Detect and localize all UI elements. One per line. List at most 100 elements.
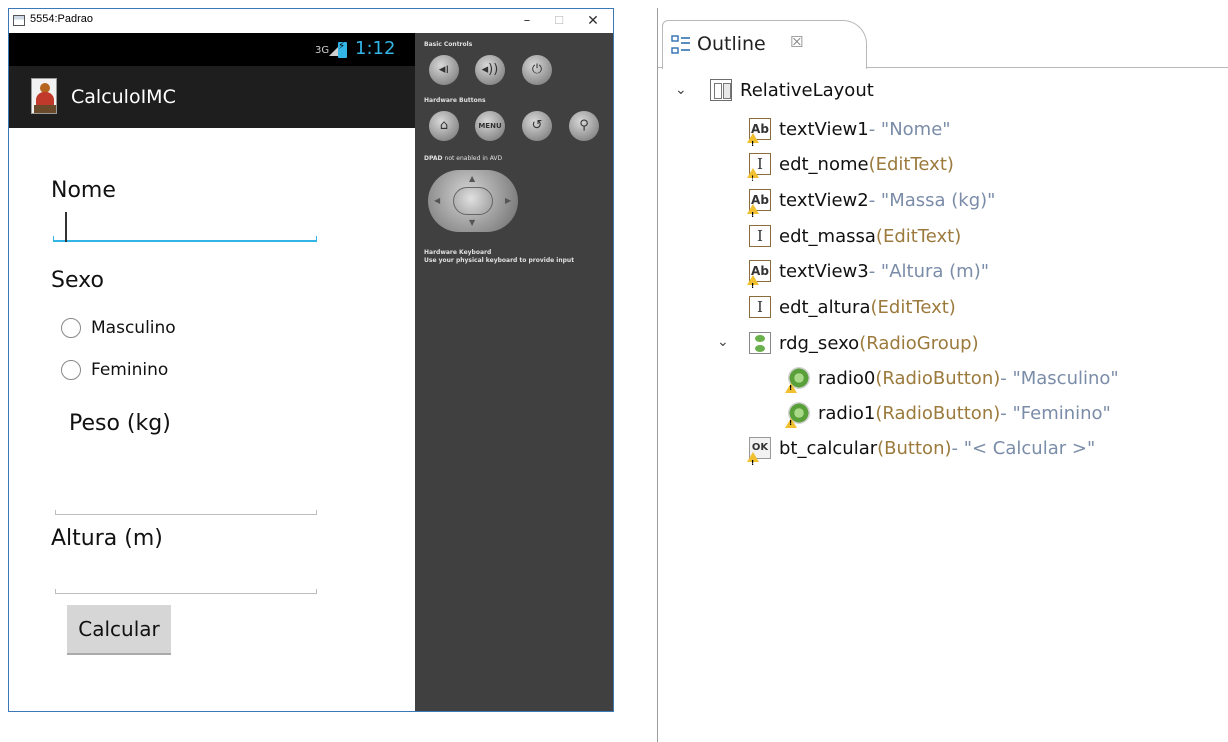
window-app-icon [13,15,25,26]
maximize-button[interactable]: ☐ [545,11,573,31]
warning-icon [747,133,759,154]
menu-button[interactable]: MENU [475,111,505,141]
outline-icon [671,35,690,54]
tree-item-edt-altura[interactable]: I edt_altura (EditText) [749,292,956,322]
emulator-controls-panel: Basic Controls ◂ı ◂)) ⏻ Hardware Buttons… [415,33,613,711]
label-peso: Peso (kg) [69,411,171,436]
tree-item-edt-nome[interactable]: I edt_nome (EditText) [747,149,954,189]
radio-feminino[interactable]: Feminino [61,357,168,383]
dpad-left-icon[interactable]: ◀ [434,196,440,205]
tree-item-textview2[interactable]: Ab textView2 - "Massa (kg)" [747,185,996,225]
home-icon[interactable]: ⌂ [429,111,459,141]
search-icon[interactable]: ⚲ [569,111,599,141]
outline-tab-title: Outline [697,33,766,55]
volume-down-icon[interactable]: ◂ı [429,55,459,85]
emulator-titlebar[interactable]: 5554:Padrao – ☐ ✕ [9,9,613,33]
warning-icon [747,168,759,189]
edittext-icon: I [749,296,771,318]
tree-item-text: - "Massa (kg)" [868,189,996,211]
tree-item-rdg-sexo[interactable]: rdg_sexo (RadioGroup) [749,328,979,358]
volume-up-icon[interactable]: ◂)) [475,55,505,85]
warning-icon [747,452,759,473]
tree-item-type: (EditText) [870,296,956,318]
textview-icon: Ab [747,260,771,296]
calcular-button[interactable]: Calcular [67,605,171,655]
input-altura[interactable] [55,580,317,594]
dpad-status: DPAD not enabled in AVD [424,155,502,163]
radiogroup-icon [749,332,771,354]
tree-item-text: - "< Calcular >" [951,437,1096,459]
input-nome[interactable] [53,212,317,242]
warning-icon [785,418,797,428]
network-type: 3G [315,45,330,56]
relativelayout-icon [710,79,732,101]
close-button[interactable]: ✕ [579,11,607,31]
dpad-right-icon[interactable]: ▶ [505,196,511,205]
tree-item-name: RelativeLayout [740,79,874,101]
device-screen: 3G 1:12 CalculoIMC Nome Sexo Masculino [9,33,415,711]
tree-item-name: edt_nome [779,153,869,175]
close-tab-icon[interactable]: ☒ [790,33,803,51]
textview-icon: Ab [747,189,771,225]
tree-item-type: (RadioGroup) [859,332,979,354]
action-bar: CalculoIMC [9,66,415,128]
tree-item-text: - "Nome" [868,118,951,140]
label-sexo: Sexo [51,268,104,293]
tree-item-radio1[interactable]: radio1 (RadioButton) - "Feminino" [785,398,1111,428]
radiobutton-icon [785,402,810,428]
textview-icon: Ab [747,118,771,154]
tree-item-text: - "Altura (m)" [868,260,989,282]
keyboard-title: Hardware Keyboard [424,249,492,256]
tree-item-name: textView2 [779,189,869,211]
app-title: CalculoIMC [71,86,176,108]
tree-item-type: (RadioButton) [875,402,1001,424]
tree-item-name: radio1 [818,402,876,424]
tree-item-name: textView1 [779,118,869,140]
label-nome: Nome [51,178,116,203]
tree-item-radio0[interactable]: radio0 (RadioButton) - "Masculino" [785,363,1119,393]
edittext-icon: I [747,153,771,189]
emulator-window: 5554:Padrao – ☐ ✕ 3G 1:12 CalculoIMC Nom… [8,8,614,712]
battery-charging-icon [338,41,347,58]
radio-label: Masculino [91,318,176,338]
dpad-up-icon[interactable]: ▲ [469,174,475,183]
tree-item-bt-calcular[interactable]: OK bt_calcular (Button) - "< Calcular >" [747,433,1096,473]
tree-item-textview1[interactable]: Ab textView1 - "Nome" [747,114,951,154]
app-logo-icon [31,78,57,114]
tree-item-relativelayout[interactable]: RelativeLayout [710,75,874,105]
minimize-button[interactable]: – [513,11,541,31]
power-icon[interactable]: ⏻ [522,55,552,85]
hardware-buttons-label: Hardware Buttons [424,97,486,104]
collapse-chevron-icon[interactable]: ⌄ [675,82,687,98]
dpad-control[interactable]: ▲ ▼ ◀ ▶ [428,170,518,232]
tree-item-name: rdg_sexo [779,332,860,354]
tree-item-text: - "Feminino" [1000,402,1111,424]
tree-item-name: edt_altura [779,296,871,318]
radio-circle-icon [61,318,81,338]
label-altura: Altura (m) [51,526,163,551]
dpad-down-icon[interactable]: ▼ [469,218,475,227]
keyboard-note: Use your physical keyboard to provide in… [424,257,575,264]
status-bar: 3G 1:12 [9,33,415,66]
tree-item-type: (RadioButton) [875,367,1001,389]
tree-item-edt-massa[interactable]: I edt_massa (EditText) [749,221,961,251]
text-caret [65,212,67,242]
imc-form: Nome Sexo Masculino Feminino Peso (kg) A… [9,128,415,711]
tree-item-name: textView3 [779,260,869,282]
radio-label: Feminino [91,360,169,380]
status-time: 1:12 [355,38,396,59]
tree-item-type: (EditText) [868,153,954,175]
tab-outline[interactable]: Outline ☒ [662,20,867,69]
outline-tab-bar: Outline ☒ [658,8,1228,69]
tree-item-name: edt_massa [779,225,876,247]
dpad-center-button[interactable] [453,187,493,215]
warning-icon [747,204,759,225]
collapse-chevron-icon[interactable]: ⌄ [717,334,729,350]
tree-item-textview3[interactable]: Ab textView3 - "Altura (m)" [747,256,989,296]
input-peso[interactable] [55,501,317,515]
tree-item-name: radio0 [818,367,876,389]
warning-icon [785,383,797,393]
back-icon[interactable]: ↺ [522,111,552,141]
tree-item-type: (EditText) [875,225,962,247]
radio-masculino[interactable]: Masculino [61,315,176,341]
